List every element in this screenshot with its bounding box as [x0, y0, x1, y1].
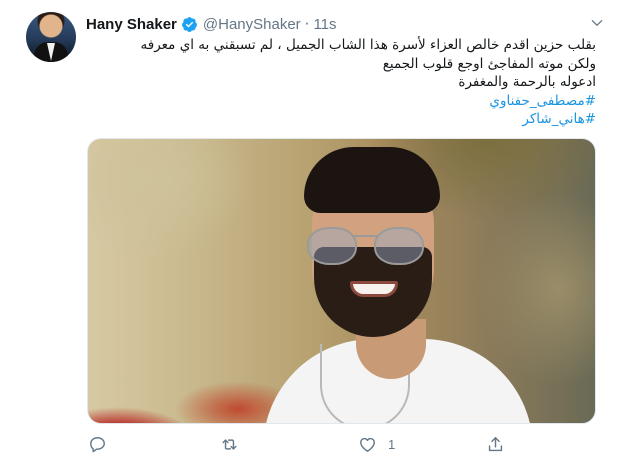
like-count: 1	[388, 437, 396, 452]
tweet-text-line: ولكن موته المفاجئ اوجع قلوب الجميع	[382, 55, 596, 72]
retweet-button[interactable]	[220, 435, 250, 454]
author-name[interactable]: Hany Shaker	[86, 16, 177, 33]
timestamp[interactable]: 11s	[313, 16, 336, 33]
chevron-down-icon[interactable]	[590, 16, 604, 30]
photo-hair	[304, 147, 440, 213]
tweet: Hany Shaker @HanyShaker · 11s بقلب حزين …	[0, 0, 622, 468]
tweet-photo[interactable]	[87, 138, 596, 424]
like-button[interactable]: 1	[358, 435, 395, 454]
tweet-text: بقلب حزين اقدم خالص العزاء لأسرة هذا الش…	[86, 36, 596, 129]
separator-dot: ·	[304, 15, 310, 33]
reply-icon	[90, 437, 105, 453]
tweet-text-line: بقلب حزين اقدم خالص العزاء لأسرة هذا الش…	[140, 37, 596, 53]
photo-sunglasses-left	[307, 227, 357, 265]
share-icon	[488, 437, 503, 452]
tweet-text-line: ادعوله بالرحمة والمغفرة	[458, 74, 596, 90]
verified-badge-icon	[181, 16, 197, 32]
hashtag-link[interactable]: #مصطفى_حفناوي	[86, 92, 596, 111]
reply-button[interactable]	[88, 435, 118, 454]
photo-smile	[350, 281, 398, 297]
photo-sunglasses-right	[374, 227, 424, 265]
author-handle[interactable]: @HanyShaker	[203, 16, 301, 33]
tweet-header: Hany Shaker @HanyShaker · 11s	[86, 13, 337, 35]
avatar[interactable]	[26, 12, 76, 62]
share-button[interactable]	[486, 435, 516, 454]
tweet-actions: 1	[86, 432, 606, 458]
retweet-icon	[222, 439, 237, 450]
hashtag-link[interactable]: #هاني_شاكر	[86, 110, 596, 129]
photo-sunglasses-bridge	[354, 235, 378, 237]
heart-icon	[360, 437, 375, 452]
